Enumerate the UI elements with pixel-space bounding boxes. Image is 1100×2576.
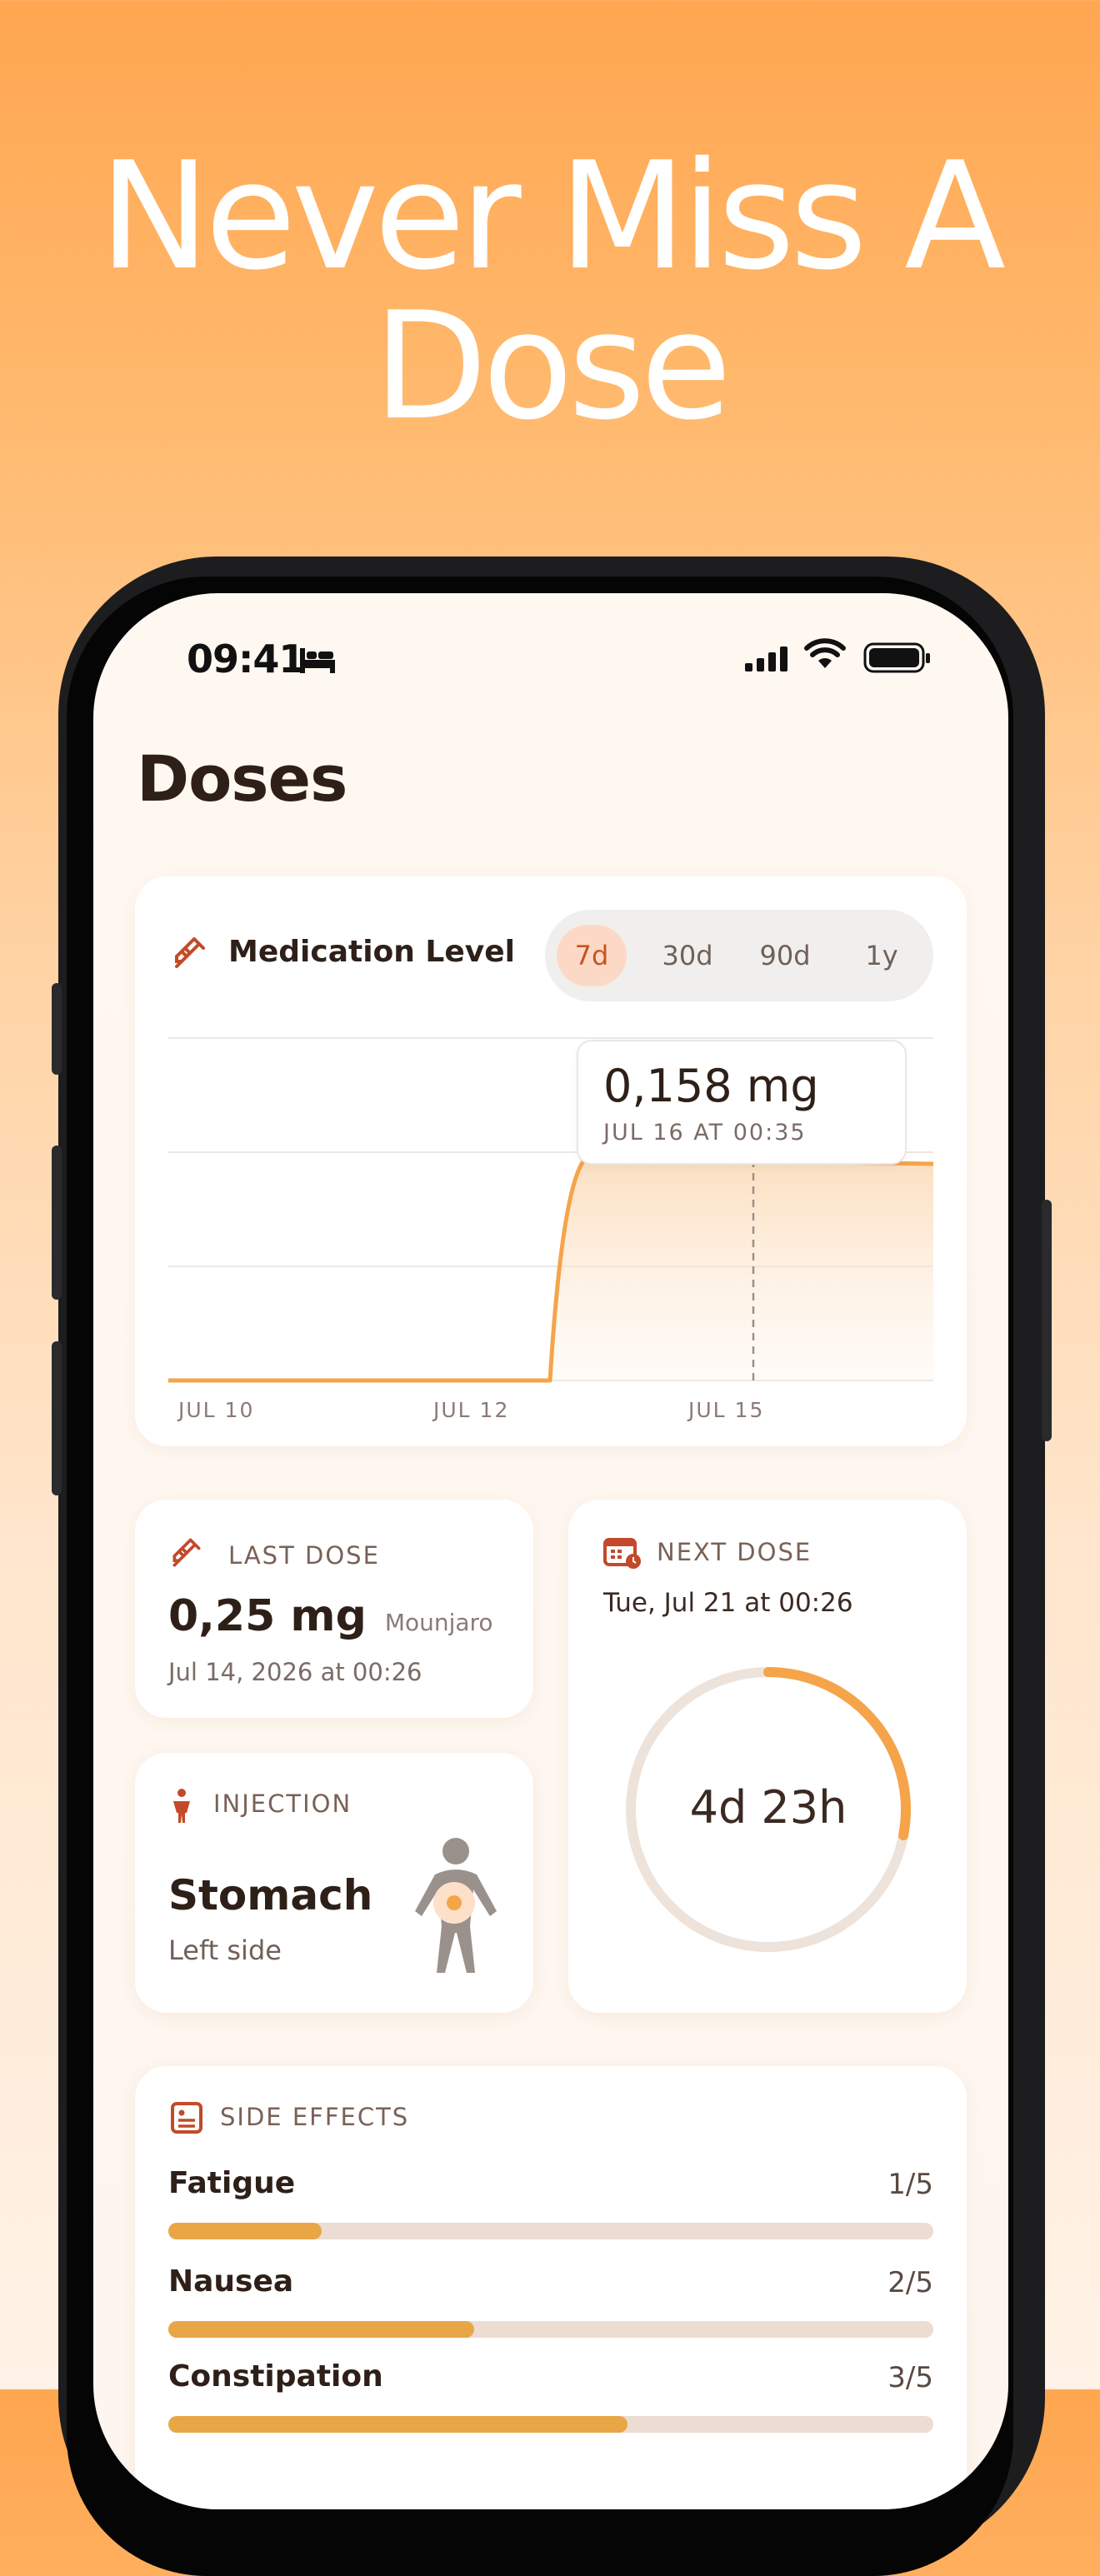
calendar-clock-icon <box>603 1538 641 1569</box>
tooltip-date: JUL 16 AT 00:35 <box>603 1120 807 1146</box>
side-effect-bar <box>168 2416 933 2433</box>
page-title: Doses <box>137 741 348 816</box>
side-effects-label: SIDE EFFECTS <box>220 2103 410 2131</box>
app-screen: 09:41 Doses Medication Level 7d 30d 90d … <box>93 593 1008 2509</box>
wifi-icon <box>804 638 846 668</box>
next-dose-date: Tue, Jul 21 at 00:26 <box>603 1588 853 1618</box>
side-effect-value: 2/5 <box>888 2266 933 2299</box>
syringe-icon <box>172 1538 201 1567</box>
injection-site: Stomach <box>168 1871 373 1920</box>
side-effect-bar <box>168 2223 933 2239</box>
chart-tooltip: 0,158 mg JUL 16 AT 00:35 <box>577 1040 907 1165</box>
side-effect-name: Fatigue <box>168 2166 296 2200</box>
status-bar: 09:41 <box>93 637 1008 686</box>
battery-icon <box>863 642 930 673</box>
side-effects-card[interactable]: SIDE EFFECTS Fatigue 1/5 Nausea 2/5 Cons… <box>135 2066 967 2509</box>
injection-card[interactable]: INJECTION Stomach Left side <box>135 1753 533 2013</box>
x-tick-label: JUL 15 <box>688 1398 765 1422</box>
next-dose-label: NEXT DOSE <box>657 1538 812 1566</box>
journal-icon <box>171 2102 202 2134</box>
side-effect-bar-fill <box>168 2416 628 2433</box>
injection-label: INJECTION <box>213 1790 352 1818</box>
last-dose-amount-row: 0,25 mg Mounjaro <box>168 1591 493 1641</box>
volume-up-button <box>52 1146 62 1300</box>
side-effect-value: 3/5 <box>888 2361 933 2394</box>
headline: Never Miss A Dose <box>98 130 1006 452</box>
injection-side: Left side <box>168 1934 282 1966</box>
side-effect-name: Constipation <box>168 2359 383 2394</box>
countdown-text: 4d 23h <box>689 1781 848 1834</box>
side-effect-bar-fill <box>168 2223 322 2239</box>
x-tick-label: JUL 12 <box>433 1398 510 1422</box>
side-effect-bar-fill <box>168 2321 475 2338</box>
status-time: 09:41 <box>187 637 305 681</box>
last-dose-date: Jul 14, 2026 at 00:26 <box>168 1658 422 1686</box>
last-dose-amount: 0,25 mg <box>168 1591 367 1641</box>
action-button <box>52 983 62 1075</box>
side-effect-value: 1/5 <box>888 2168 933 2201</box>
side-effect-bar <box>168 2321 933 2338</box>
cellular-signal-icon <box>745 646 788 671</box>
person-icon <box>173 1789 190 1823</box>
last-dose-label: LAST DOSE <box>228 1541 380 1570</box>
power-button <box>1042 1200 1052 1441</box>
x-tick-label: JUL 10 <box>178 1398 255 1422</box>
next-dose-card[interactable]: NEXT DOSE Tue, Jul 21 at 00:26 4d 23h <box>568 1500 967 2013</box>
volume-down-button <box>52 1341 62 1495</box>
last-dose-card[interactable]: LAST DOSE 0,25 mg Mounjaro Jul 14, 2026 … <box>135 1500 533 1718</box>
medication-level-card: Medication Level 7d 30d 90d 1y 0,158 mg <box>135 876 967 1446</box>
side-effect-name: Nausea <box>168 2264 294 2299</box>
last-dose-medication: Mounjaro <box>384 1609 493 1636</box>
body-diagram-icon <box>415 1838 497 1973</box>
tooltip-value: 0,158 mg <box>603 1060 819 1112</box>
sleep-focus-icon <box>300 648 335 673</box>
